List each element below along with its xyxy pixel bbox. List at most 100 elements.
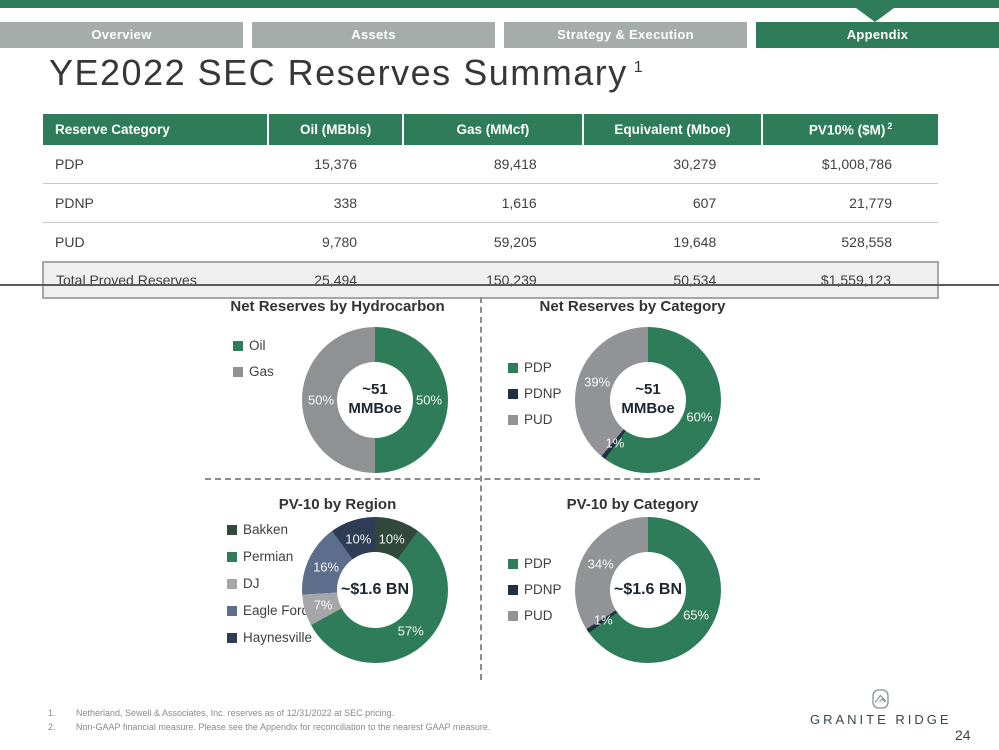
table-cell: 21,779 xyxy=(762,184,938,223)
table-row: PDNP3381,61660721,779 xyxy=(43,184,938,223)
table-body: PDP15,37689,41830,279$1,008,786PDNP3381,… xyxy=(43,145,938,262)
legend-label: Permian xyxy=(243,549,293,564)
active-tab-pointer-icon xyxy=(856,8,894,22)
chart-pv10-by-category: PV-10 by Category PDPPDNPPUD ~$1.6 BN 65… xyxy=(490,488,775,680)
chart-net-reserves-by-category: Net Reserves by Category PDP PDNP PUD ~51M… xyxy=(490,294,775,478)
chart-legend: Oil Gas xyxy=(233,338,274,390)
donut-center-text: ~$1.6 BN xyxy=(614,580,682,600)
page-number: 24 xyxy=(955,727,971,743)
slice-percent-label: 34% xyxy=(588,557,614,572)
legend-swatch xyxy=(227,606,237,616)
table-cell: $1,008,786 xyxy=(762,145,938,184)
legend-label: PDNP xyxy=(524,386,562,401)
legend-swatch xyxy=(233,341,243,351)
legend-label: PUD xyxy=(524,412,553,427)
legend-swatch xyxy=(508,611,518,621)
table-row: PDP15,37689,41830,279$1,008,786 xyxy=(43,145,938,184)
slice-percent-label: 60% xyxy=(686,409,712,424)
donut-chart: ~51MMBoe 50% 50% xyxy=(302,327,448,473)
legend-label: PUD xyxy=(524,608,553,623)
legend-swatch xyxy=(508,559,518,569)
tab-appendix[interactable]: Appendix xyxy=(756,22,999,48)
top-accent-bar xyxy=(0,0,999,8)
donut-center-text: MMBoe xyxy=(348,400,401,419)
donut-center-text: ~51 xyxy=(362,381,387,400)
chart-title: Net Reserves by Category xyxy=(490,298,775,315)
column-header-gas: Gas (MMcf) xyxy=(403,114,583,145)
footnote-text: Non-GAAP financial measure. Please see t… xyxy=(76,722,490,732)
slice-percent-label: 50% xyxy=(416,393,442,408)
legend-item: PUD xyxy=(508,412,562,427)
legend-label: Oil xyxy=(249,338,266,353)
legend-swatch xyxy=(508,415,518,425)
reserves-table: Reserve Category Oil (MBbls) Gas (MMcf) … xyxy=(42,114,939,299)
table-cell: PDNP xyxy=(43,184,268,223)
legend-swatch xyxy=(233,367,243,377)
tab-overview[interactable]: Overview xyxy=(0,22,243,48)
footnote-text: Netherland, Sewell & Associates, Inc. re… xyxy=(76,708,394,718)
granite-ridge-logo-text: GRANITE RIDGE xyxy=(810,712,950,727)
slice-percent-label: 10% xyxy=(345,531,371,546)
table-cell: 25,494 xyxy=(268,262,403,298)
granite-ridge-logo-icon xyxy=(872,689,889,709)
table-total-row: Total Proved Reserves 25,494 150,239 50,… xyxy=(43,262,938,298)
slice-percent-label: 57% xyxy=(398,623,424,638)
donut-center-label: ~51MMBoe xyxy=(610,362,686,438)
title-superscript: 1 xyxy=(634,59,644,76)
tab-bar: Overview Assets Strategy & Execution Append… xyxy=(0,22,999,48)
table-cell: PUD xyxy=(43,223,268,263)
table-cell: 50,534 xyxy=(583,262,763,298)
table-cell: 89,418 xyxy=(403,145,583,184)
legend-item: Gas xyxy=(233,364,274,379)
legend-swatch xyxy=(508,585,518,595)
legend-label: DJ xyxy=(243,576,260,591)
donut-center-text: ~51 xyxy=(635,381,660,400)
footnote-2: 2.Non-GAAP financial measure. Please see… xyxy=(48,721,490,735)
footnote-number: 2. xyxy=(48,721,76,735)
column-header-pv10: PV10% ($M)2 xyxy=(762,114,938,145)
slice-percent-label: 65% xyxy=(683,607,709,622)
table-cell: 1,616 xyxy=(403,184,583,223)
donut-center-label: ~$1.6 BN xyxy=(610,552,686,628)
table-cell: 15,376 xyxy=(268,145,403,184)
table-cell: PDP xyxy=(43,145,268,184)
dashed-vertical-separator xyxy=(480,297,482,680)
column-header-reserve-category: Reserve Category xyxy=(43,114,268,145)
legend-item: PUD xyxy=(508,608,562,623)
legend-item: DJ xyxy=(227,576,312,591)
table-header-row: Reserve Category Oil (MBbls) Gas (MMcf) … xyxy=(43,114,938,145)
slice-percent-label: 7% xyxy=(314,598,333,613)
pv10-superscript: 2 xyxy=(887,121,892,131)
donut-center-text: ~$1.6 BN xyxy=(341,580,409,600)
legend-label: Gas xyxy=(249,364,274,379)
donut-center-text: MMBoe xyxy=(621,400,674,419)
column-header-oil: Oil (MBbls) xyxy=(268,114,403,145)
legend-swatch xyxy=(508,389,518,399)
slice-percent-label: 50% xyxy=(308,393,334,408)
chart-title: Net Reserves by Hydrocarbon xyxy=(195,298,480,315)
column-header-equivalent: Equivalent (Mboe) xyxy=(583,114,763,145)
legend-item: Permian xyxy=(227,549,312,564)
table-cell: 150,239 xyxy=(403,262,583,298)
donut-chart: ~$1.6 BN 10%57%7%16%10% xyxy=(302,517,448,663)
legend-label: PDP xyxy=(524,556,552,571)
legend-item: PDNP xyxy=(508,582,562,597)
chart-pv10-by-region: PV-10 by Region BakkenPermianDJEagle For… xyxy=(195,488,480,680)
table-cell: 9,780 xyxy=(268,223,403,263)
legend-swatch xyxy=(227,633,237,643)
dashed-horizontal-separator xyxy=(205,478,760,480)
legend-swatch xyxy=(508,363,518,373)
tab-assets[interactable]: Assets xyxy=(252,22,495,48)
chart-legend: PDP PDNP PUD xyxy=(508,360,562,438)
footnotes: 1.Netherland, Sewell & Associates, Inc. … xyxy=(48,707,490,734)
legend-label: Bakken xyxy=(243,522,288,537)
legend-swatch xyxy=(227,579,237,589)
slice-percent-label: 39% xyxy=(584,374,610,389)
page-title: YE2022 SEC Reserves Summary1 xyxy=(49,52,644,94)
legend-item: Oil xyxy=(233,338,274,353)
footnote-1: 1.Netherland, Sewell & Associates, Inc. … xyxy=(48,707,490,721)
slice-percent-label: 1% xyxy=(594,613,613,628)
legend-swatch xyxy=(227,525,237,535)
legend-item: PDP xyxy=(508,360,562,375)
tab-strategy-execution[interactable]: Strategy & Execution xyxy=(504,22,747,48)
